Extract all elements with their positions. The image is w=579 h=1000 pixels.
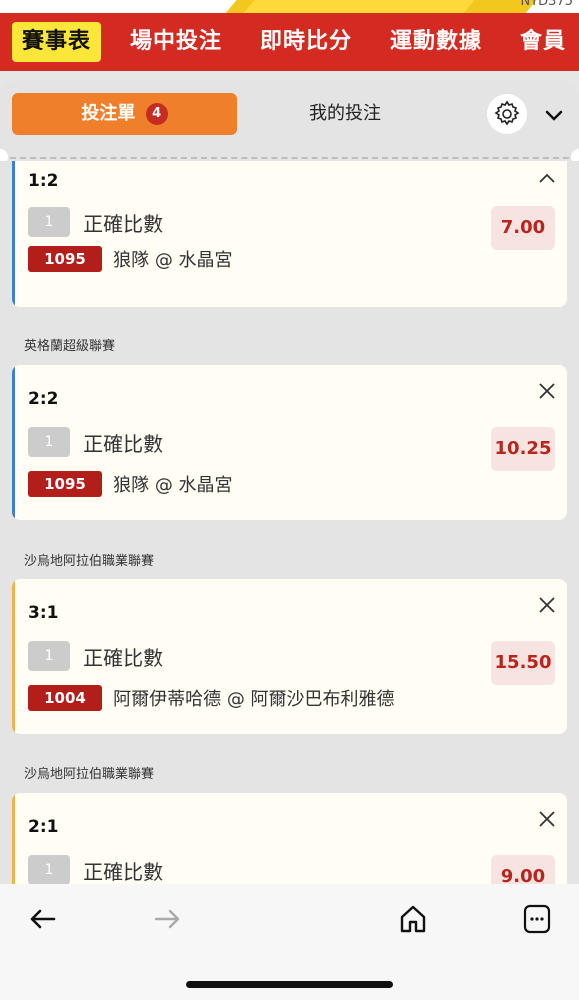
selection-row: 1 正確比數 bbox=[28, 427, 163, 457]
odds-value: 15.50 bbox=[491, 641, 555, 685]
tab-betslip[interactable]: 投注單 4 bbox=[12, 93, 237, 135]
settings-button[interactable] bbox=[487, 94, 527, 134]
league-color-bar bbox=[12, 161, 15, 307]
bet-card: 2:1 1 正確比數 9.00 bbox=[12, 793, 567, 884]
selection-number: 1 bbox=[28, 207, 70, 237]
odds-value: 9.00 bbox=[491, 855, 555, 884]
bet-card: 3:1 1 正確比數 1004 阿爾伊蒂哈德 @ 阿爾沙巴布利雅德 15.50 bbox=[12, 579, 567, 734]
odds-value: 7.00 bbox=[491, 206, 555, 250]
home-indicator bbox=[186, 981, 393, 988]
match-name: 狼隊 @ 水晶宮 bbox=[113, 475, 233, 496]
nav-item-member[interactable]: 會員 bbox=[520, 22, 566, 62]
match-id-badge: 1004 bbox=[28, 685, 102, 711]
match-name: 阿爾伊蒂哈德 @ 阿爾沙巴布利雅德 bbox=[113, 689, 395, 710]
chevron-down-icon bbox=[545, 110, 563, 121]
match-id-badge: 1095 bbox=[28, 246, 102, 272]
nav-item-sports-data[interactable]: 運動數據 bbox=[390, 22, 482, 62]
account-balance-fragment: NTD375 bbox=[520, 0, 574, 9]
chevron-up-icon[interactable] bbox=[535, 167, 559, 191]
selection-row: 1 正確比數 bbox=[28, 641, 163, 671]
selection-type: 正確比數 bbox=[83, 859, 164, 884]
collapse-button[interactable] bbox=[540, 101, 568, 129]
league-header: 沙烏地阿拉伯職業聯賽 bbox=[24, 767, 155, 782]
selection-number: 1 bbox=[28, 855, 70, 884]
close-icon[interactable] bbox=[535, 379, 559, 403]
betslip-header: 投注單 4 我的投注 bbox=[0, 71, 579, 165]
bet-score: 3:1 bbox=[28, 603, 59, 623]
gear-icon bbox=[494, 100, 520, 126]
league-header: 英格蘭超級聯賽 bbox=[24, 339, 116, 354]
match-row: 1004 阿爾伊蒂哈德 @ 阿爾沙巴布利雅德 bbox=[28, 685, 395, 711]
forward-icon[interactable] bbox=[152, 902, 182, 936]
back-icon[interactable] bbox=[28, 902, 58, 936]
bet-list[interactable]: 1:2 1 正確比數 1095 狼隊 @ 水晶宮 7.00 英格蘭超級聯賽 2:… bbox=[0, 161, 579, 884]
header-accent-stripe-light bbox=[243, 0, 477, 13]
selection-type: 正確比數 bbox=[83, 431, 164, 456]
tab-my-bets[interactable]: 我的投注 bbox=[270, 93, 420, 135]
betslip-tab-label: 投注單 bbox=[81, 103, 136, 124]
close-icon[interactable] bbox=[535, 807, 559, 831]
bet-card: 2:2 1 正確比數 1095 狼隊 @ 水晶宮 10.25 bbox=[12, 365, 567, 520]
bet-score: 2:1 bbox=[28, 817, 59, 837]
betslip-count-badge: 4 bbox=[145, 103, 168, 125]
league-color-bar bbox=[12, 365, 15, 520]
match-name: 狼隊 @ 水晶宮 bbox=[113, 250, 233, 271]
bet-score: 2:2 bbox=[28, 389, 59, 409]
match-id-badge: 1095 bbox=[28, 471, 102, 497]
selection-type: 正確比數 bbox=[83, 211, 164, 236]
top-strip: NTD375 bbox=[0, 0, 579, 13]
close-icon[interactable] bbox=[535, 593, 559, 617]
odds-value: 10.25 bbox=[491, 427, 555, 471]
league-header: 沙烏地阿拉伯職業聯賽 bbox=[24, 554, 155, 569]
league-color-bar bbox=[12, 793, 15, 884]
match-row: 1095 狼隊 @ 水晶宮 bbox=[28, 471, 233, 497]
selection-type: 正確比數 bbox=[83, 645, 164, 670]
selection-number: 1 bbox=[28, 641, 70, 671]
nav-item-schedule[interactable]: 賽事表 bbox=[12, 22, 102, 62]
main-nav: 賽事表 場中投注 即時比分 運動數據 會員 bbox=[0, 13, 579, 71]
nav-item-live-betting[interactable]: 場中投注 bbox=[130, 22, 222, 62]
bet-card: 1:2 1 正確比數 1095 狼隊 @ 水晶宮 7.00 bbox=[12, 161, 567, 307]
selection-row: 1 正確比數 bbox=[28, 855, 163, 884]
league-color-bar bbox=[12, 579, 15, 734]
home-icon[interactable] bbox=[398, 902, 428, 936]
tear-line-divider bbox=[0, 157, 579, 159]
selection-number: 1 bbox=[28, 427, 70, 457]
match-row: 1095 狼隊 @ 水晶宮 bbox=[28, 246, 233, 272]
nav-item-live-scores[interactable]: 即時比分 bbox=[260, 22, 352, 62]
selection-row: 1 正確比數 bbox=[28, 207, 163, 237]
bet-score: 1:2 bbox=[28, 171, 59, 191]
more-icon[interactable] bbox=[522, 902, 552, 936]
